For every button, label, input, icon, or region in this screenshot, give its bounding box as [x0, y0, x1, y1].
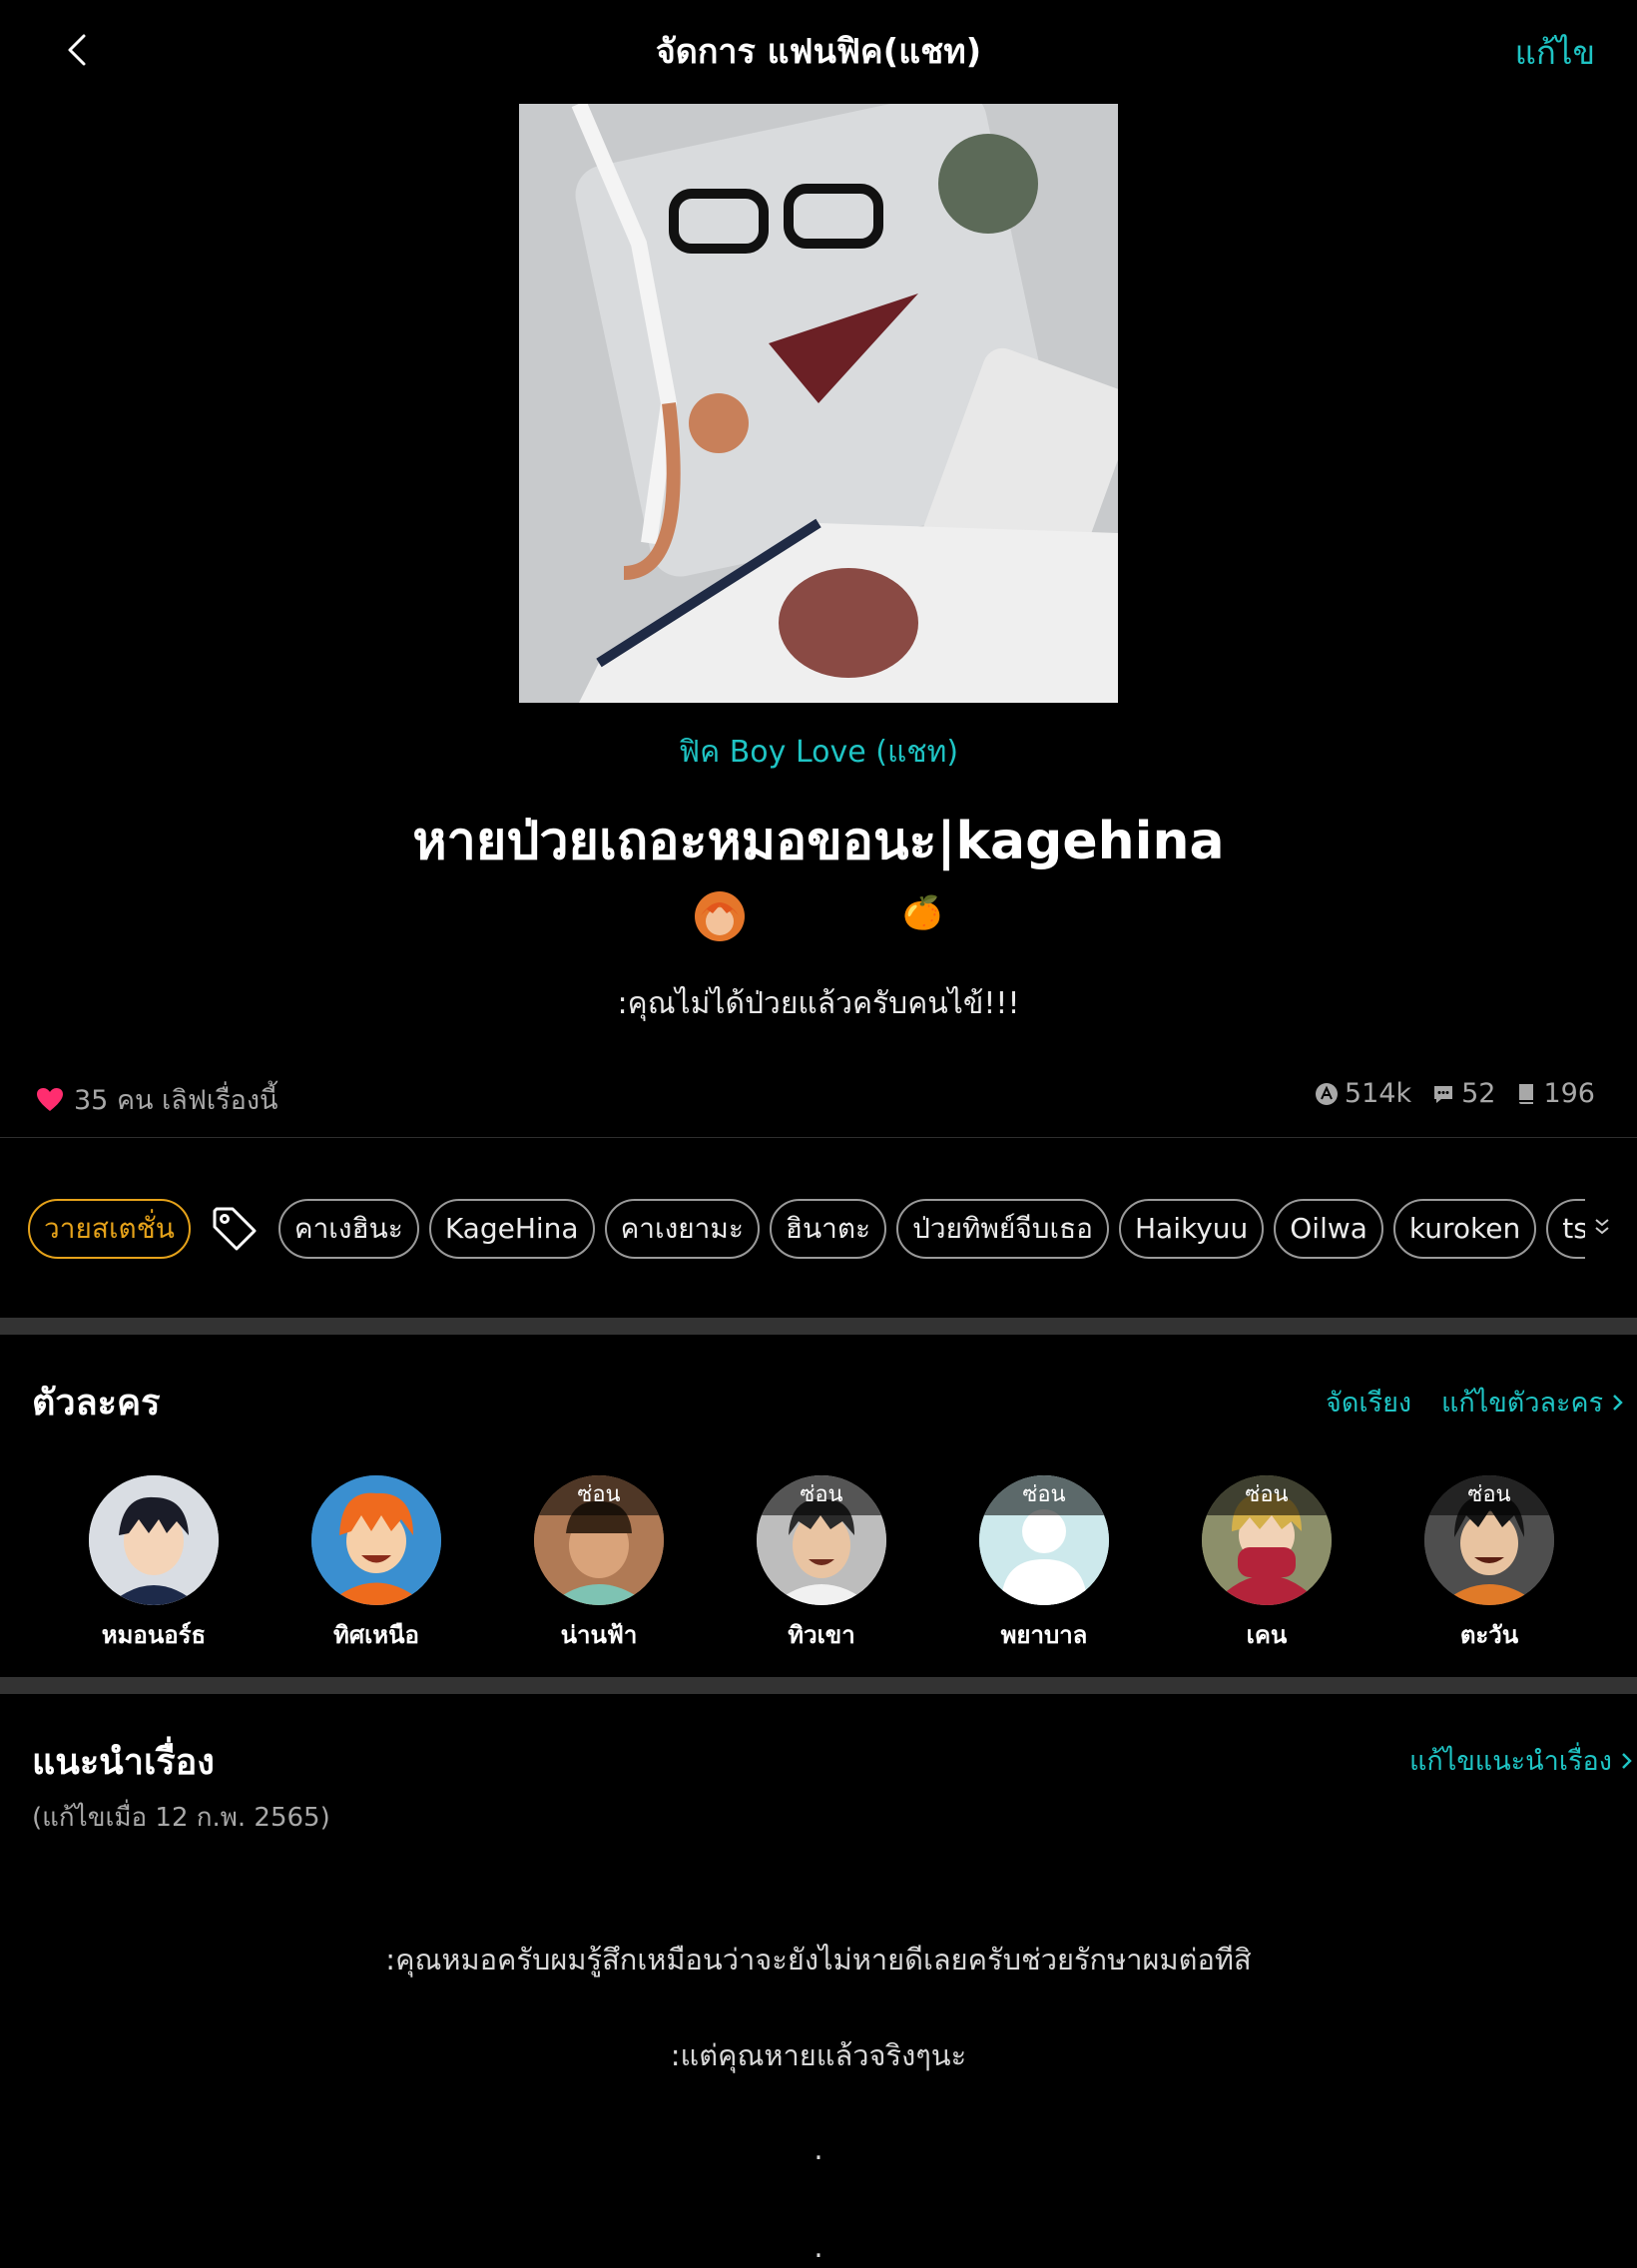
tag-chip[interactable]: คาเงยามะ [604, 1199, 760, 1259]
character-item[interactable]: ทิศเหนือ [286, 1475, 466, 1654]
edit-characters-label: แก้ไขตัวละคร [1441, 1388, 1604, 1418]
edit-button[interactable]: แก้ไข [1515, 26, 1595, 79]
likes-info[interactable]: 35 คน เลิฟเรื่องนี้ [36, 1078, 278, 1121]
tag-chip[interactable]: Haikyuu [1118, 1199, 1265, 1259]
edit-intro-label: แก้ไขแนะนำเรื่อง [1409, 1746, 1612, 1777]
chevron-right-icon [1613, 1394, 1623, 1411]
page-title: จัดการ แฟนฟิค(แชท) [655, 32, 982, 72]
story-emoji-row: 🍊 [0, 891, 1637, 945]
edit-intro-link[interactable]: แก้ไขแนะนำเรื่อง [1409, 1739, 1634, 1782]
views-icon [1315, 1082, 1338, 1105]
intro-title: แนะนำเรื่อง [32, 1742, 215, 1783]
character-name: หมอนอร์ธ [101, 1621, 207, 1649]
comments-stat: 52 [1431, 1078, 1495, 1109]
divider [0, 1137, 1637, 1138]
chapters-count: 196 [1543, 1078, 1595, 1109]
tag-chip[interactable]: ป่วยทิพย์จีบเธอ [896, 1199, 1109, 1259]
intro-line: . [814, 2230, 823, 2264]
characters-title: ตัวละคร [32, 1383, 161, 1423]
heart-icon [37, 1087, 63, 1111]
rating-chip[interactable]: วายสเตชั่น [28, 1199, 191, 1259]
tag-chip[interactable]: Oilwa [1274, 1199, 1383, 1259]
hidden-badge: ซ่อน [1424, 1475, 1554, 1515]
character-name: น่านฟ้า [560, 1621, 638, 1649]
tag-chip[interactable]: KageHina [428, 1199, 595, 1259]
comment-icon [1434, 1085, 1453, 1103]
hidden-badge: ซ่อน [757, 1475, 886, 1515]
story-category[interactable]: ฟิค Boy Love (แชท) [0, 729, 1637, 776]
story-cover-image[interactable] [519, 104, 1118, 703]
comments-count: 52 [1461, 1078, 1496, 1109]
character-item[interactable]: ซ่อน เคน [1177, 1475, 1357, 1654]
character-avatar: ซ่อน [534, 1475, 664, 1605]
story-stats: 514k 52 196 [1315, 1078, 1595, 1109]
character-item[interactable]: หมอนอร์ธ [64, 1475, 244, 1654]
character-avatar: ซ่อน [757, 1475, 886, 1605]
character-name: ทิศเหนือ [333, 1621, 419, 1649]
chapters-stat: 196 [1515, 1078, 1595, 1109]
story-subtitle: :คุณไม่ได้ป่วยแล้วครับคนไข้!!! [617, 986, 1020, 1021]
tag-icon [213, 1207, 257, 1251]
views-stat: 514k [1315, 1078, 1411, 1109]
character-avatar-small [695, 891, 745, 941]
character-item[interactable]: ซ่อน น่านฟ้า [509, 1475, 689, 1654]
section-separator [0, 1318, 1637, 1335]
character-name: ทิวเขา [788, 1621, 855, 1649]
orange-emoji: 🍊 [902, 893, 942, 931]
intro-line: :คุณหมอครับผมรู้สึกเหมือนว่าจะยังไม่หายด… [385, 1943, 1252, 1977]
character-avatar: ซ่อน [979, 1475, 1109, 1605]
chevron-right-icon [1622, 1752, 1632, 1769]
likes-count: 35 คน เลิฟเรื่องนี้ [74, 1085, 278, 1116]
tag-chip[interactable]: kuroken [1392, 1199, 1537, 1259]
chevron-double-down-icon[interactable] [1589, 1214, 1615, 1240]
character-item[interactable]: ซ่อน ทิวเขา [732, 1475, 911, 1654]
section-separator [0, 1677, 1637, 1694]
character-avatar [311, 1475, 441, 1605]
edit-characters-link[interactable]: แก้ไขตัวละคร [1441, 1381, 1625, 1423]
views-count: 514k [1344, 1078, 1412, 1109]
character-item[interactable]: ซ่อน ตะวัน [1399, 1475, 1579, 1654]
book-icon [1519, 1083, 1534, 1104]
hidden-badge: ซ่อน [979, 1475, 1109, 1515]
character-avatar [89, 1475, 219, 1605]
character-item-partial[interactable] [1622, 1475, 1637, 1605]
characters-list: หมอนอร์ธ ทิศเหนือ ซ่อน น่านฟ้า ซ่อน ทิวเ… [60, 1475, 1637, 1655]
character-avatar: ซ่อน [1424, 1475, 1554, 1605]
tag-chip[interactable]: tsukiyam [1546, 1199, 1585, 1259]
story-title: หายป่วยเถอะหมอขอนะ|kagehina [412, 812, 1225, 871]
edited-date: (แก้ไขเมื่อ 12 ก.พ. 2565) [32, 1803, 330, 1833]
character-name: ตะวัน [1459, 1621, 1519, 1649]
hidden-badge: ซ่อน [1202, 1475, 1332, 1515]
tag-chip[interactable]: คาเงฮินะ [277, 1199, 419, 1259]
character-name: พยาบาล [1000, 1621, 1088, 1649]
intro-line: . [814, 2132, 823, 2166]
character-avatar: ซ่อน [1202, 1475, 1332, 1605]
intro-line: :แต่คุณหายแล้วจริงๆนะ [670, 2038, 967, 2072]
character-item[interactable]: ซ่อน พยาบาล [954, 1475, 1134, 1654]
hidden-badge: ซ่อน [534, 1475, 664, 1515]
tag-chip[interactable]: ฮินาตะ [769, 1199, 887, 1259]
tags-row: วายสเตชั่น คาเงฮินะ KageHina คาเงยามะ ฮิ… [28, 1198, 1585, 1260]
character-name: เคน [1246, 1621, 1288, 1649]
sort-characters-link[interactable]: จัดเรียง [1326, 1381, 1411, 1423]
